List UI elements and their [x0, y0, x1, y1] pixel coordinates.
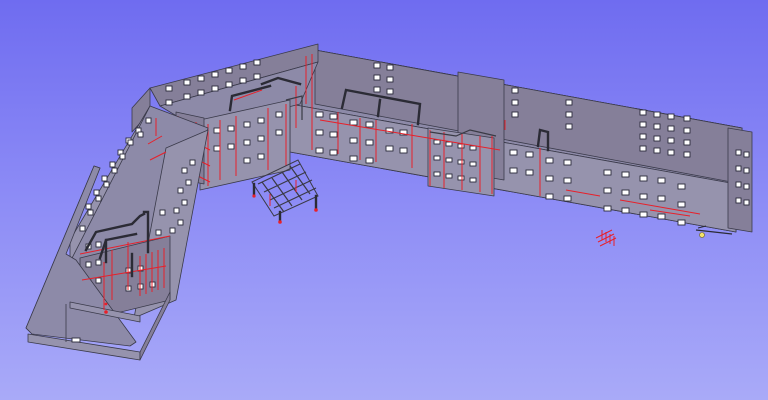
- east-end-wall: [727, 127, 753, 233]
- west-wing[interactable]: [25, 87, 209, 361]
- north-wing[interactable]: [289, 49, 753, 247]
- rebar-stack: [595, 229, 617, 247]
- parapet-opening: [71, 337, 81, 343]
- 3d-viewport[interactable]: [0, 0, 768, 400]
- building-model[interactable]: [0, 0, 768, 400]
